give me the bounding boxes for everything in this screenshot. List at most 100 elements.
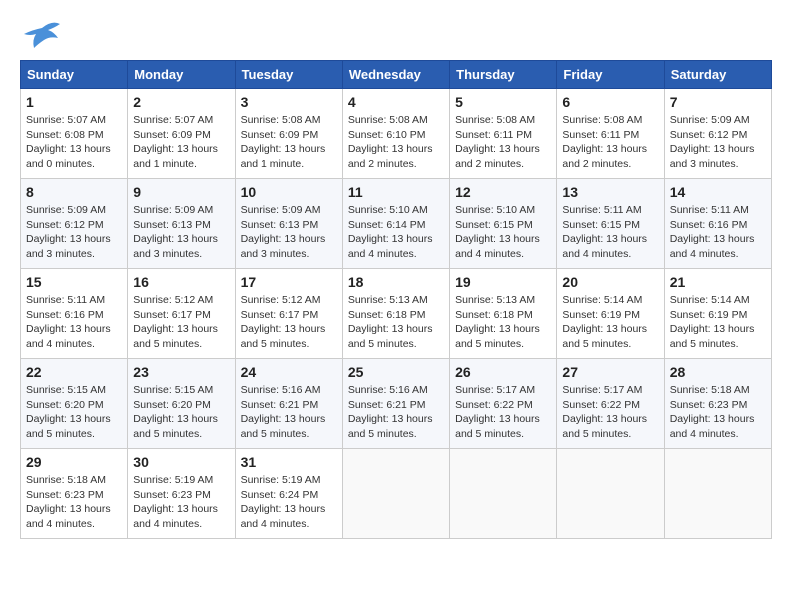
weekday-header-row: SundayMondayTuesdayWednesdayThursdayFrid… [21, 61, 772, 89]
day-number-19: 19 [455, 274, 551, 290]
day-number-12: 12 [455, 184, 551, 200]
logo [20, 20, 60, 50]
day-info-15: Sunrise: 5:11 AM Sunset: 6:16 PM Dayligh… [26, 293, 122, 352]
day-cell-21: 21 Sunrise: 5:14 AM Sunset: 6:19 PM Dayli… [664, 269, 771, 359]
day-number-25: 25 [348, 364, 444, 380]
page-header [20, 20, 772, 50]
day-cell-16: 16 Sunrise: 5:12 AM Sunset: 6:17 PM Dayli… [128, 269, 235, 359]
day-info-20: Sunrise: 5:14 AM Sunset: 6:19 PM Dayligh… [562, 293, 658, 352]
day-cell-4: 4 Sunrise: 5:08 AM Sunset: 6:10 PM Daylig… [342, 89, 449, 179]
day-cell-18: 18 Sunrise: 5:13 AM Sunset: 6:18 PM Dayli… [342, 269, 449, 359]
weekday-friday: Friday [557, 61, 664, 89]
day-info-27: Sunrise: 5:17 AM Sunset: 6:22 PM Dayligh… [562, 383, 658, 442]
calendar-table: SundayMondayTuesdayWednesdayThursdayFrid… [20, 60, 772, 539]
day-info-30: Sunrise: 5:19 AM Sunset: 6:23 PM Dayligh… [133, 473, 229, 532]
day-info-11: Sunrise: 5:10 AM Sunset: 6:14 PM Dayligh… [348, 203, 444, 262]
weekday-monday: Monday [128, 61, 235, 89]
day-info-10: Sunrise: 5:09 AM Sunset: 6:13 PM Dayligh… [241, 203, 337, 262]
day-info-24: Sunrise: 5:16 AM Sunset: 6:21 PM Dayligh… [241, 383, 337, 442]
day-number-17: 17 [241, 274, 337, 290]
day-number-15: 15 [26, 274, 122, 290]
day-info-8: Sunrise: 5:09 AM Sunset: 6:12 PM Dayligh… [26, 203, 122, 262]
day-cell-24: 24 Sunrise: 5:16 AM Sunset: 6:21 PM Dayli… [235, 359, 342, 449]
day-info-21: Sunrise: 5:14 AM Sunset: 6:19 PM Dayligh… [670, 293, 766, 352]
day-number-23: 23 [133, 364, 229, 380]
empty-cell [557, 449, 664, 539]
day-cell-31: 31Sunrise: 5:19 AM Sunset: 6:24 PM Dayli… [235, 449, 342, 539]
day-number-28: 28 [670, 364, 766, 380]
day-number-8: 8 [26, 184, 122, 200]
day-number-2: 2 [133, 94, 229, 110]
weekday-sunday: Sunday [21, 61, 128, 89]
day-cell-2: 2 Sunrise: 5:07 AM Sunset: 6:09 PM Daylig… [128, 89, 235, 179]
day-cell-19: 19 Sunrise: 5:13 AM Sunset: 6:18 PM Dayli… [450, 269, 557, 359]
day-info-29: Sunrise: 5:18 AM Sunset: 6:23 PM Dayligh… [26, 473, 122, 532]
day-cell-30: 30 Sunrise: 5:19 AM Sunset: 6:23 PM Dayli… [128, 449, 235, 539]
day-number-24: 24 [241, 364, 337, 380]
day-number-30: 30 [133, 454, 229, 470]
day-info-1: Sunrise: 5:07 AM Sunset: 6:08 PM Dayligh… [26, 113, 122, 172]
day-cell-9: 9 Sunrise: 5:09 AM Sunset: 6:13 PM Daylig… [128, 179, 235, 269]
day-number-16: 16 [133, 274, 229, 290]
weekday-wednesday: Wednesday [342, 61, 449, 89]
day-cell-28: 28 Sunrise: 5:18 AM Sunset: 6:23 PM Dayli… [664, 359, 771, 449]
day-cell-23: 23 Sunrise: 5:15 AM Sunset: 6:20 PM Dayli… [128, 359, 235, 449]
day-number-9: 9 [133, 184, 229, 200]
day-number-18: 18 [348, 274, 444, 290]
day-info-23: Sunrise: 5:15 AM Sunset: 6:20 PM Dayligh… [133, 383, 229, 442]
day-number-27: 27 [562, 364, 658, 380]
day-info-22: Sunrise: 5:15 AM Sunset: 6:20 PM Dayligh… [26, 383, 122, 442]
day-cell-22: 22 Sunrise: 5:15 AM Sunset: 6:20 PM Dayli… [21, 359, 128, 449]
day-number-11: 11 [348, 184, 444, 200]
day-cell-27: 27 Sunrise: 5:17 AM Sunset: 6:22 PM Dayli… [557, 359, 664, 449]
day-number-22: 22 [26, 364, 122, 380]
day-cell-6: 6Sunrise: 5:08 AM Sunset: 6:11 PM Daylig… [557, 89, 664, 179]
day-number-21: 21 [670, 274, 766, 290]
day-cell-14: 14 Sunrise: 5:11 AM Sunset: 6:16 PM Dayli… [664, 179, 771, 269]
day-info-26: Sunrise: 5:17 AM Sunset: 6:22 PM Dayligh… [455, 383, 551, 442]
day-info-12: Sunrise: 5:10 AM Sunset: 6:15 PM Dayligh… [455, 203, 551, 262]
day-number-20: 20 [562, 274, 658, 290]
day-info-16: Sunrise: 5:12 AM Sunset: 6:17 PM Dayligh… [133, 293, 229, 352]
day-info-7: Sunrise: 5:09 AM Sunset: 6:12 PM Dayligh… [670, 113, 766, 172]
day-info-28: Sunrise: 5:18 AM Sunset: 6:23 PM Dayligh… [670, 383, 766, 442]
day-number-4: 4 [348, 94, 444, 110]
week-row-4: 22 Sunrise: 5:15 AM Sunset: 6:20 PM Dayli… [21, 359, 772, 449]
day-cell-11: 11 Sunrise: 5:10 AM Sunset: 6:14 PM Dayli… [342, 179, 449, 269]
day-cell-8: 8 Sunrise: 5:09 AM Sunset: 6:12 PM Daylig… [21, 179, 128, 269]
logo-bird-icon [24, 20, 60, 50]
day-cell-26: 26 Sunrise: 5:17 AM Sunset: 6:22 PM Dayli… [450, 359, 557, 449]
day-info-14: Sunrise: 5:11 AM Sunset: 6:16 PM Dayligh… [670, 203, 766, 262]
week-row-1: 1 Sunrise: 5:07 AM Sunset: 6:08 PM Daylig… [21, 89, 772, 179]
day-cell-7: 7Sunrise: 5:09 AM Sunset: 6:12 PM Daylig… [664, 89, 771, 179]
day-info-9: Sunrise: 5:09 AM Sunset: 6:13 PM Dayligh… [133, 203, 229, 262]
day-number-6: 6 [562, 94, 658, 110]
day-info-5: Sunrise: 5:08 AM Sunset: 6:11 PM Dayligh… [455, 113, 551, 172]
empty-cell [342, 449, 449, 539]
day-info-19: Sunrise: 5:13 AM Sunset: 6:18 PM Dayligh… [455, 293, 551, 352]
day-cell-1: 1 Sunrise: 5:07 AM Sunset: 6:08 PM Daylig… [21, 89, 128, 179]
day-number-14: 14 [670, 184, 766, 200]
day-number-3: 3 [241, 94, 337, 110]
day-info-17: Sunrise: 5:12 AM Sunset: 6:17 PM Dayligh… [241, 293, 337, 352]
day-cell-15: 15 Sunrise: 5:11 AM Sunset: 6:16 PM Dayli… [21, 269, 128, 359]
week-row-5: 29Sunrise: 5:18 AM Sunset: 6:23 PM Dayli… [21, 449, 772, 539]
day-info-18: Sunrise: 5:13 AM Sunset: 6:18 PM Dayligh… [348, 293, 444, 352]
day-info-25: Sunrise: 5:16 AM Sunset: 6:21 PM Dayligh… [348, 383, 444, 442]
empty-cell [450, 449, 557, 539]
day-info-13: Sunrise: 5:11 AM Sunset: 6:15 PM Dayligh… [562, 203, 658, 262]
day-cell-25: 25 Sunrise: 5:16 AM Sunset: 6:21 PM Dayli… [342, 359, 449, 449]
weekday-tuesday: Tuesday [235, 61, 342, 89]
week-row-3: 15 Sunrise: 5:11 AM Sunset: 6:16 PM Dayli… [21, 269, 772, 359]
weekday-thursday: Thursday [450, 61, 557, 89]
day-cell-13: 13 Sunrise: 5:11 AM Sunset: 6:15 PM Dayli… [557, 179, 664, 269]
day-info-2: Sunrise: 5:07 AM Sunset: 6:09 PM Dayligh… [133, 113, 229, 172]
day-number-1: 1 [26, 94, 122, 110]
day-cell-3: 3 Sunrise: 5:08 AM Sunset: 6:09 PM Daylig… [235, 89, 342, 179]
day-number-13: 13 [562, 184, 658, 200]
day-info-3: Sunrise: 5:08 AM Sunset: 6:09 PM Dayligh… [241, 113, 337, 172]
day-info-4: Sunrise: 5:08 AM Sunset: 6:10 PM Dayligh… [348, 113, 444, 172]
day-cell-29: 29Sunrise: 5:18 AM Sunset: 6:23 PM Dayli… [21, 449, 128, 539]
day-number-26: 26 [455, 364, 551, 380]
empty-cell [664, 449, 771, 539]
